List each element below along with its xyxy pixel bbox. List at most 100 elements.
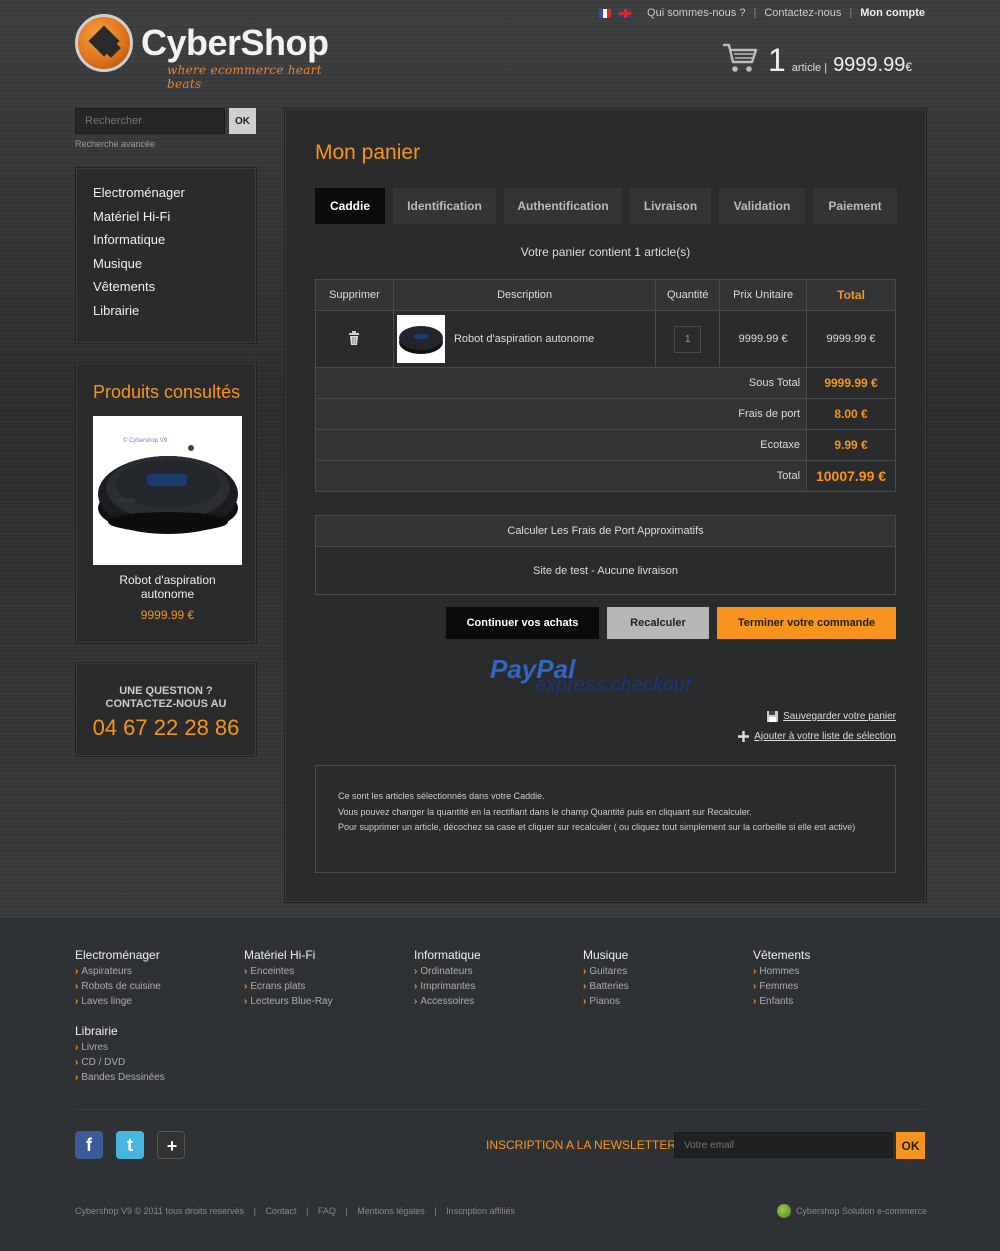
category-item[interactable]: Musique (93, 256, 239, 280)
footer-column-title[interactable]: Musique (583, 948, 743, 962)
google-plus-icon[interactable]: + (157, 1131, 185, 1159)
footer-link[interactable]: › Guitares (583, 966, 743, 981)
save-cart-label[interactable]: Sauvegarder votre panier (783, 711, 896, 722)
category-item[interactable]: Informatique (93, 232, 239, 256)
paypal-express-button[interactable]: PayPal express checkout (490, 654, 725, 698)
french-flag-icon[interactable] (599, 8, 612, 18)
viewed-product-name[interactable]: Robot d'aspiration autonome (93, 573, 242, 601)
save-cart-link[interactable]: Sauvegarder votre panier (767, 711, 896, 722)
step-authentification[interactable]: Authentification (504, 188, 622, 224)
footer-bottom-link[interactable]: Inscription affiliés (446, 1206, 515, 1216)
footer-link-label[interactable]: Batteries (589, 981, 628, 992)
cart-count: 1 (768, 42, 786, 78)
footer-link[interactable]: › Accessoires (414, 996, 574, 1011)
footer-link[interactable]: › Batteries (583, 981, 743, 996)
footer-link[interactable]: › Robots de cuisine (75, 981, 235, 996)
footer-link-label[interactable]: Imprimantes (420, 981, 475, 992)
viewed-product-image[interactable]: © Cybershop V9 (93, 416, 242, 565)
footer-link[interactable]: › Livres (75, 1042, 235, 1057)
solution-credit[interactable]: Cybershop Solution e-commerce (776, 1204, 927, 1218)
footer-link-label[interactable]: Robots de cuisine (81, 981, 161, 992)
newsletter-submit-button[interactable]: OK (896, 1132, 925, 1159)
quantity-input[interactable]: 1 (674, 325, 702, 353)
continue-shopping-button[interactable]: Continuer vos achats (446, 607, 599, 639)
summary-row: Ecotaxe 9.99 € (314, 429, 896, 461)
footer-column-title[interactable]: Librairie (75, 1024, 235, 1038)
footer-link-label[interactable]: Ecrans plats (250, 981, 305, 992)
advanced-search-link[interactable]: Recherche avancée (75, 139, 155, 149)
footer-link-label[interactable]: Accessoires (420, 996, 474, 1007)
footer-link[interactable]: › CD / DVD (75, 1057, 235, 1072)
footer-link[interactable]: › Femmes (753, 981, 913, 996)
footer-link[interactable]: › Enceintes (244, 966, 404, 981)
footer-bottom-links: Cybershop V9 © 2011 tous droits reservés… (75, 1206, 515, 1216)
footer-column-title[interactable]: Informatique (414, 948, 574, 962)
add-to-wishlist-link[interactable]: Ajouter à votre liste de sélection (738, 731, 896, 742)
footer-link[interactable]: › Imprimantes (414, 981, 574, 996)
footer-link[interactable]: › Aspirateurs (75, 966, 235, 981)
step-validation[interactable]: Validation (719, 188, 805, 224)
step-caddie[interactable]: Caddie (315, 188, 385, 224)
footer-link-label[interactable]: Livres (81, 1042, 108, 1053)
footer-link-label[interactable]: Bandes Dessinées (81, 1072, 164, 1083)
page-title: Mon panier (315, 141, 421, 164)
checkout-button[interactable]: Terminer votre commande (717, 607, 896, 639)
footer-link-label[interactable]: Lecteurs Blue-Ray (250, 996, 332, 1007)
recalculate-button[interactable]: Recalculer (607, 607, 709, 639)
footer-link-label[interactable]: Femmes (759, 981, 798, 992)
viewed-products-title: Produits consultés (93, 382, 241, 402)
footer-link-label[interactable]: Ordinateurs (420, 966, 472, 977)
footer-bottom-link[interactable]: Contact (265, 1206, 296, 1216)
product-thumbnail[interactable] (396, 315, 445, 363)
footer-link-label[interactable]: Hommes (759, 966, 799, 977)
footer-link-label[interactable]: Pianos (589, 996, 620, 1007)
footer-link-label[interactable]: CD / DVD (81, 1057, 125, 1068)
step-paiement[interactable]: Paiement (813, 188, 897, 224)
add-to-wishlist-label[interactable]: Ajouter à votre liste de sélection (754, 731, 896, 742)
step-identification[interactable]: Identification (393, 188, 496, 224)
contact-link[interactable]: Contactez-nous (764, 7, 841, 19)
footer-link-label[interactable]: Guitares (589, 966, 627, 977)
footer-column: Vêtements › Hommes › Femmes › Enfants (753, 948, 913, 1011)
facebook-icon[interactable]: f (75, 1131, 103, 1159)
footer-link[interactable]: › Bandes Dessinées (75, 1072, 235, 1087)
summary-value: 8.00 € (806, 398, 896, 430)
footer-bottom-link[interactable]: FAQ (318, 1206, 336, 1216)
english-flag-icon[interactable] (619, 8, 632, 18)
footer-link[interactable]: › Laves linge (75, 996, 235, 1011)
account-link[interactable]: Mon compte (860, 7, 925, 19)
twitter-icon[interactable]: t (116, 1131, 144, 1159)
footer-link[interactable]: › Ordinateurs (414, 966, 574, 981)
category-item[interactable]: Librairie (93, 303, 239, 327)
search-button[interactable]: OK (229, 108, 256, 134)
category-item[interactable]: Vêtements (93, 279, 239, 303)
step-livraison[interactable]: Livraison (630, 188, 711, 224)
summary-value: 9.99 € (806, 429, 896, 461)
footer-column-title[interactable]: Matériel Hi-Fi (244, 948, 404, 962)
newsletter-email-input[interactable] (674, 1132, 893, 1158)
footer-link-label[interactable]: Laves linge (81, 996, 132, 1007)
footer-link[interactable]: › Lecteurs Blue-Ray (244, 996, 404, 1011)
site-logo[interactable]: CyberShop where ecommerce heart beats (75, 14, 335, 91)
header-cart-summary[interactable]: 1 article | 9999.99€ (722, 42, 912, 79)
footer-column-title[interactable]: Electroménager (75, 948, 235, 962)
trash-icon[interactable] (348, 330, 360, 345)
category-item[interactable]: Matériel Hi-Fi (93, 209, 239, 233)
about-link[interactable]: Qui sommes-nous ? (647, 7, 745, 19)
footer-column-title[interactable]: Vêtements (753, 948, 913, 962)
footer-link[interactable]: › Ecrans plats (244, 981, 404, 996)
footer-link[interactable]: › Hommes (753, 966, 913, 981)
footer-link-label[interactable]: Aspirateurs (81, 966, 132, 977)
product-name[interactable]: Robot d'aspiration autonome (454, 333, 594, 345)
search-input[interactable] (75, 108, 225, 134)
cybershop-solution-icon (776, 1204, 791, 1218)
paypal-brand-1: Pay (490, 654, 537, 684)
footer-column: Musique › Guitares › Batteries › Pianos (583, 948, 743, 1011)
category-item[interactable]: Electroménager (93, 185, 239, 209)
separator: | (849, 7, 853, 19)
footer-link[interactable]: › Enfants (753, 996, 913, 1011)
footer-link-label[interactable]: Enfants (759, 996, 793, 1007)
footer-link-label[interactable]: Enceintes (250, 966, 294, 977)
footer-link[interactable]: › Pianos (583, 996, 743, 1011)
footer-bottom-link[interactable]: Mentions légales (357, 1206, 425, 1216)
